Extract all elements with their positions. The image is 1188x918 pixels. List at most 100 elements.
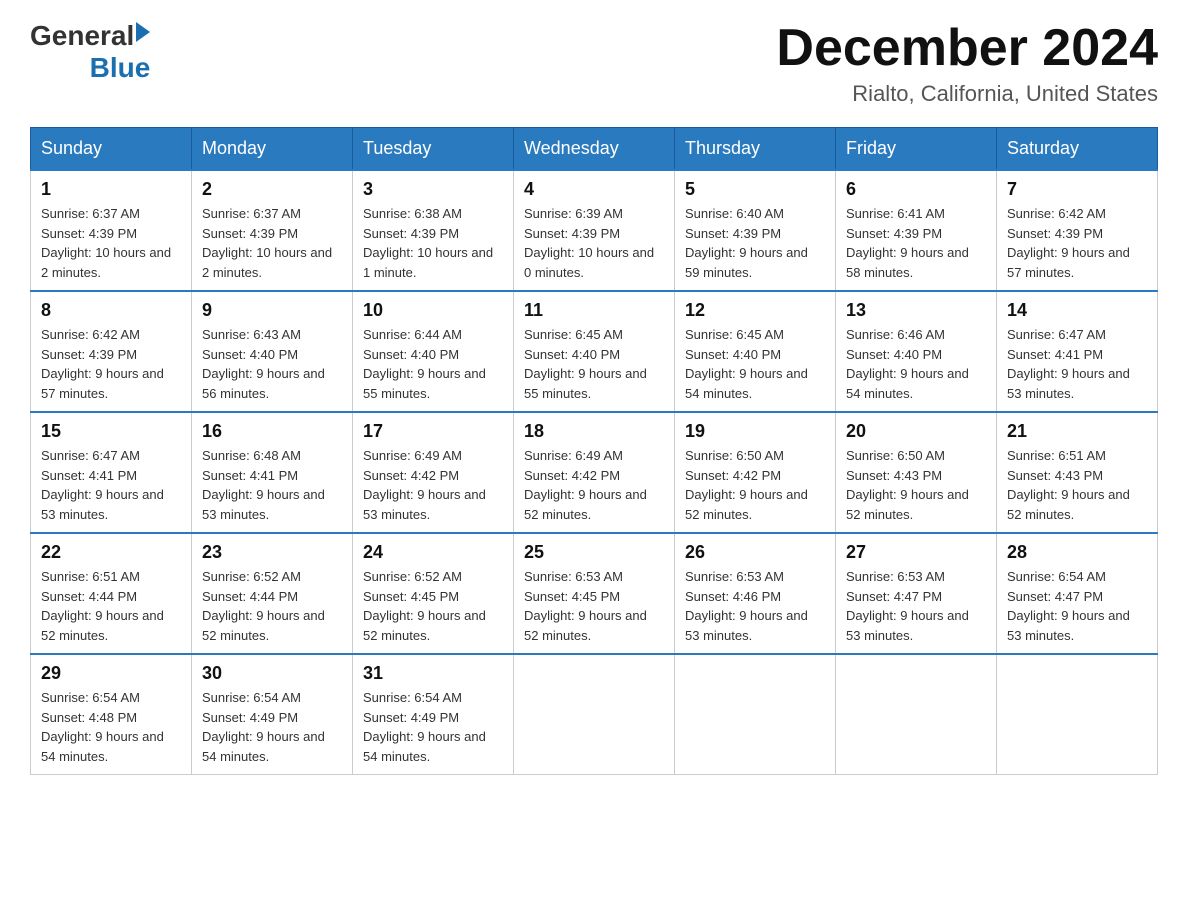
calendar-cell: 27 Sunrise: 6:53 AM Sunset: 4:47 PM Dayl… — [836, 533, 997, 654]
day-number: 20 — [846, 421, 986, 442]
calendar-cell: 30 Sunrise: 6:54 AM Sunset: 4:49 PM Dayl… — [192, 654, 353, 775]
day-number: 27 — [846, 542, 986, 563]
calendar-cell: 17 Sunrise: 6:49 AM Sunset: 4:42 PM Dayl… — [353, 412, 514, 533]
logo: General Blue — [30, 20, 150, 84]
calendar-week-row: 15 Sunrise: 6:47 AM Sunset: 4:41 PM Dayl… — [31, 412, 1158, 533]
calendar-cell — [997, 654, 1158, 775]
day-info: Sunrise: 6:49 AM Sunset: 4:42 PM Dayligh… — [363, 446, 503, 524]
day-info: Sunrise: 6:41 AM Sunset: 4:39 PM Dayligh… — [846, 204, 986, 282]
day-info: Sunrise: 6:39 AM Sunset: 4:39 PM Dayligh… — [524, 204, 664, 282]
day-number: 14 — [1007, 300, 1147, 321]
day-info: Sunrise: 6:42 AM Sunset: 4:39 PM Dayligh… — [1007, 204, 1147, 282]
calendar-cell: 19 Sunrise: 6:50 AM Sunset: 4:42 PM Dayl… — [675, 412, 836, 533]
day-number: 30 — [202, 663, 342, 684]
calendar-cell: 9 Sunrise: 6:43 AM Sunset: 4:40 PM Dayli… — [192, 291, 353, 412]
day-number: 5 — [685, 179, 825, 200]
calendar-cell: 15 Sunrise: 6:47 AM Sunset: 4:41 PM Dayl… — [31, 412, 192, 533]
calendar-cell: 29 Sunrise: 6:54 AM Sunset: 4:48 PM Dayl… — [31, 654, 192, 775]
calendar-cell — [675, 654, 836, 775]
calendar-cell: 23 Sunrise: 6:52 AM Sunset: 4:44 PM Dayl… — [192, 533, 353, 654]
calendar-cell: 28 Sunrise: 6:54 AM Sunset: 4:47 PM Dayl… — [997, 533, 1158, 654]
day-number: 19 — [685, 421, 825, 442]
calendar-header-saturday: Saturday — [997, 128, 1158, 171]
calendar-cell: 21 Sunrise: 6:51 AM Sunset: 4:43 PM Dayl… — [997, 412, 1158, 533]
day-number: 11 — [524, 300, 664, 321]
calendar-cell: 18 Sunrise: 6:49 AM Sunset: 4:42 PM Dayl… — [514, 412, 675, 533]
day-number: 31 — [363, 663, 503, 684]
calendar-cell: 10 Sunrise: 6:44 AM Sunset: 4:40 PM Dayl… — [353, 291, 514, 412]
day-number: 24 — [363, 542, 503, 563]
calendar-cell: 5 Sunrise: 6:40 AM Sunset: 4:39 PM Dayli… — [675, 170, 836, 291]
day-number: 9 — [202, 300, 342, 321]
calendar-cell: 14 Sunrise: 6:47 AM Sunset: 4:41 PM Dayl… — [997, 291, 1158, 412]
day-info: Sunrise: 6:54 AM Sunset: 4:47 PM Dayligh… — [1007, 567, 1147, 645]
location-subtitle: Rialto, California, United States — [776, 81, 1158, 107]
calendar-cell: 11 Sunrise: 6:45 AM Sunset: 4:40 PM Dayl… — [514, 291, 675, 412]
day-number: 10 — [363, 300, 503, 321]
calendar-week-row: 1 Sunrise: 6:37 AM Sunset: 4:39 PM Dayli… — [31, 170, 1158, 291]
day-info: Sunrise: 6:45 AM Sunset: 4:40 PM Dayligh… — [524, 325, 664, 403]
day-number: 1 — [41, 179, 181, 200]
day-info: Sunrise: 6:53 AM Sunset: 4:47 PM Dayligh… — [846, 567, 986, 645]
day-number: 23 — [202, 542, 342, 563]
day-info: Sunrise: 6:45 AM Sunset: 4:40 PM Dayligh… — [685, 325, 825, 403]
day-info: Sunrise: 6:53 AM Sunset: 4:46 PM Dayligh… — [685, 567, 825, 645]
day-number: 4 — [524, 179, 664, 200]
day-info: Sunrise: 6:49 AM Sunset: 4:42 PM Dayligh… — [524, 446, 664, 524]
day-number: 2 — [202, 179, 342, 200]
logo-general: General — [30, 20, 134, 52]
day-number: 17 — [363, 421, 503, 442]
calendar-cell: 24 Sunrise: 6:52 AM Sunset: 4:45 PM Dayl… — [353, 533, 514, 654]
day-number: 13 — [846, 300, 986, 321]
calendar-header-wednesday: Wednesday — [514, 128, 675, 171]
day-info: Sunrise: 6:52 AM Sunset: 4:45 PM Dayligh… — [363, 567, 503, 645]
day-info: Sunrise: 6:47 AM Sunset: 4:41 PM Dayligh… — [41, 446, 181, 524]
day-info: Sunrise: 6:54 AM Sunset: 4:48 PM Dayligh… — [41, 688, 181, 766]
calendar-week-row: 22 Sunrise: 6:51 AM Sunset: 4:44 PM Dayl… — [31, 533, 1158, 654]
calendar-cell: 3 Sunrise: 6:38 AM Sunset: 4:39 PM Dayli… — [353, 170, 514, 291]
day-number: 16 — [202, 421, 342, 442]
day-number: 12 — [685, 300, 825, 321]
calendar-cell: 6 Sunrise: 6:41 AM Sunset: 4:39 PM Dayli… — [836, 170, 997, 291]
calendar-header-monday: Monday — [192, 128, 353, 171]
day-number: 18 — [524, 421, 664, 442]
calendar-header-tuesday: Tuesday — [353, 128, 514, 171]
page-header: General Blue December 2024 Rialto, Calif… — [30, 20, 1158, 107]
calendar-cell: 2 Sunrise: 6:37 AM Sunset: 4:39 PM Dayli… — [192, 170, 353, 291]
day-info: Sunrise: 6:46 AM Sunset: 4:40 PM Dayligh… — [846, 325, 986, 403]
day-number: 3 — [363, 179, 503, 200]
day-number: 25 — [524, 542, 664, 563]
calendar-cell: 25 Sunrise: 6:53 AM Sunset: 4:45 PM Dayl… — [514, 533, 675, 654]
day-number: 6 — [846, 179, 986, 200]
day-info: Sunrise: 6:50 AM Sunset: 4:42 PM Dayligh… — [685, 446, 825, 524]
logo-triangle-icon — [136, 22, 150, 42]
calendar-cell: 1 Sunrise: 6:37 AM Sunset: 4:39 PM Dayli… — [31, 170, 192, 291]
calendar-cell: 12 Sunrise: 6:45 AM Sunset: 4:40 PM Dayl… — [675, 291, 836, 412]
calendar-cell: 16 Sunrise: 6:48 AM Sunset: 4:41 PM Dayl… — [192, 412, 353, 533]
calendar-cell: 26 Sunrise: 6:53 AM Sunset: 4:46 PM Dayl… — [675, 533, 836, 654]
month-title: December 2024 — [776, 20, 1158, 77]
calendar-cell: 13 Sunrise: 6:46 AM Sunset: 4:40 PM Dayl… — [836, 291, 997, 412]
calendar-week-row: 8 Sunrise: 6:42 AM Sunset: 4:39 PM Dayli… — [31, 291, 1158, 412]
calendar-cell — [836, 654, 997, 775]
day-info: Sunrise: 6:51 AM Sunset: 4:43 PM Dayligh… — [1007, 446, 1147, 524]
calendar-cell: 31 Sunrise: 6:54 AM Sunset: 4:49 PM Dayl… — [353, 654, 514, 775]
day-info: Sunrise: 6:37 AM Sunset: 4:39 PM Dayligh… — [202, 204, 342, 282]
calendar-cell: 8 Sunrise: 6:42 AM Sunset: 4:39 PM Dayli… — [31, 291, 192, 412]
day-info: Sunrise: 6:47 AM Sunset: 4:41 PM Dayligh… — [1007, 325, 1147, 403]
day-number: 26 — [685, 542, 825, 563]
day-number: 22 — [41, 542, 181, 563]
day-number: 7 — [1007, 179, 1147, 200]
calendar-cell: 4 Sunrise: 6:39 AM Sunset: 4:39 PM Dayli… — [514, 170, 675, 291]
calendar-cell: 7 Sunrise: 6:42 AM Sunset: 4:39 PM Dayli… — [997, 170, 1158, 291]
day-info: Sunrise: 6:40 AM Sunset: 4:39 PM Dayligh… — [685, 204, 825, 282]
day-info: Sunrise: 6:54 AM Sunset: 4:49 PM Dayligh… — [202, 688, 342, 766]
day-number: 29 — [41, 663, 181, 684]
calendar-week-row: 29 Sunrise: 6:54 AM Sunset: 4:48 PM Dayl… — [31, 654, 1158, 775]
day-info: Sunrise: 6:42 AM Sunset: 4:39 PM Dayligh… — [41, 325, 181, 403]
day-number: 21 — [1007, 421, 1147, 442]
title-area: December 2024 Rialto, California, United… — [776, 20, 1158, 107]
day-number: 15 — [41, 421, 181, 442]
calendar-table: SundayMondayTuesdayWednesdayThursdayFrid… — [30, 127, 1158, 775]
day-info: Sunrise: 6:48 AM Sunset: 4:41 PM Dayligh… — [202, 446, 342, 524]
